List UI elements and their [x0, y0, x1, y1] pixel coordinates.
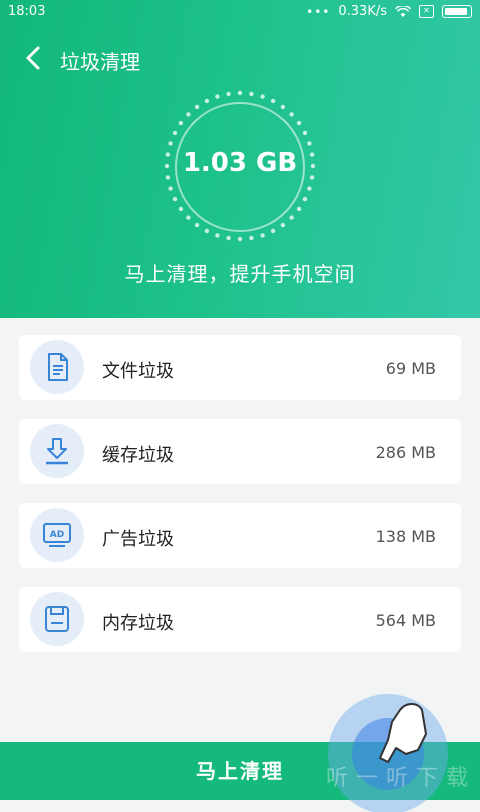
- title-bar: 垃圾清理: [0, 40, 480, 76]
- ring-dot: [204, 228, 210, 234]
- item-size: 286 MB: [375, 443, 436, 462]
- header: 18:03 ••• 0.33K/s ✕ 垃圾清理 1.03 GB 马上清理，提升…: [0, 0, 480, 318]
- ring-dot: [260, 233, 265, 238]
- ring-dot: [270, 98, 276, 104]
- ring-dot: [302, 196, 308, 202]
- item-label: 文件垃圾: [102, 361, 174, 382]
- ring-dot: [194, 222, 200, 228]
- ring-dot: [215, 233, 220, 238]
- ring-dot: [249, 91, 254, 97]
- back-arrow-icon[interactable]: [22, 44, 46, 72]
- ring-dot: [178, 120, 184, 126]
- list-item-memory-junk[interactable]: 内存垃圾 564 MB: [19, 587, 461, 652]
- ring-dot: [186, 112, 191, 117]
- junk-total-value: 1.03 GB: [182, 148, 298, 178]
- item-size: 69 MB: [385, 359, 436, 378]
- item-label: 缓存垃圾: [102, 445, 174, 466]
- junk-list: 文件垃圾 69 MB 缓存垃圾 286 MB AD 广告垃圾 138 MB 内存…: [19, 335, 461, 671]
- ring-dot: [270, 228, 276, 234]
- status-time: 18:03: [8, 4, 46, 19]
- ring-dot: [307, 141, 312, 146]
- ring-dot: [296, 206, 302, 212]
- item-size: 138 MB: [375, 527, 436, 546]
- download-icon: [30, 424, 84, 478]
- ring-dot: [307, 186, 312, 191]
- ring-dot: [237, 236, 243, 242]
- ring-dot: [226, 235, 231, 241]
- battery-icon: [442, 5, 472, 18]
- wifi-icon: [395, 5, 411, 17]
- status-indicators: ••• 0.33K/s ✕: [306, 4, 472, 19]
- page-title: 垃圾清理: [60, 50, 140, 74]
- ring-dot: [168, 186, 173, 191]
- ring-dot: [204, 98, 210, 104]
- ring-dot: [226, 91, 231, 97]
- ring-dot: [260, 94, 265, 99]
- junk-size-meter: 1.03 GB: [160, 90, 320, 242]
- ring-dot: [194, 104, 200, 110]
- ring-dot: [249, 235, 254, 241]
- notification-dots: •••: [306, 4, 331, 19]
- svg-text:AD: AD: [50, 530, 64, 540]
- ring-dot: [215, 94, 220, 99]
- list-item-file-junk[interactable]: 文件垃圾 69 MB: [19, 335, 461, 400]
- ring-dot: [168, 141, 173, 146]
- ring-dot: [280, 104, 286, 110]
- network-speed: 0.33K/s: [338, 4, 387, 19]
- document-icon: [30, 340, 84, 394]
- slogan: 马上清理，提升手机空间: [124, 262, 356, 286]
- ring-dot: [296, 120, 302, 126]
- watermark: 听一听下载: [326, 766, 477, 791]
- item-label: 广告垃圾: [102, 529, 174, 550]
- ring-dot: [186, 215, 191, 220]
- status-bar: 18:03 ••• 0.33K/s ✕: [0, 0, 480, 24]
- ring-dot: [178, 206, 184, 212]
- ad-icon: AD: [30, 508, 84, 562]
- list-item-ad-junk[interactable]: AD 广告垃圾 138 MB: [19, 503, 461, 568]
- ring-dot: [237, 90, 243, 96]
- item-size: 564 MB: [375, 611, 436, 630]
- item-label: 内存垃圾: [102, 613, 174, 634]
- ring-dot: [289, 112, 294, 117]
- memory-card-icon: [30, 592, 84, 646]
- ring-dot: [280, 222, 286, 228]
- list-item-cache-junk[interactable]: 缓存垃圾 286 MB: [19, 419, 461, 484]
- ring-dot: [289, 215, 294, 220]
- ring-dot: [172, 196, 178, 202]
- no-sim-icon: ✕: [419, 5, 434, 18]
- ring-dot: [172, 130, 178, 136]
- ring-dot: [302, 130, 308, 136]
